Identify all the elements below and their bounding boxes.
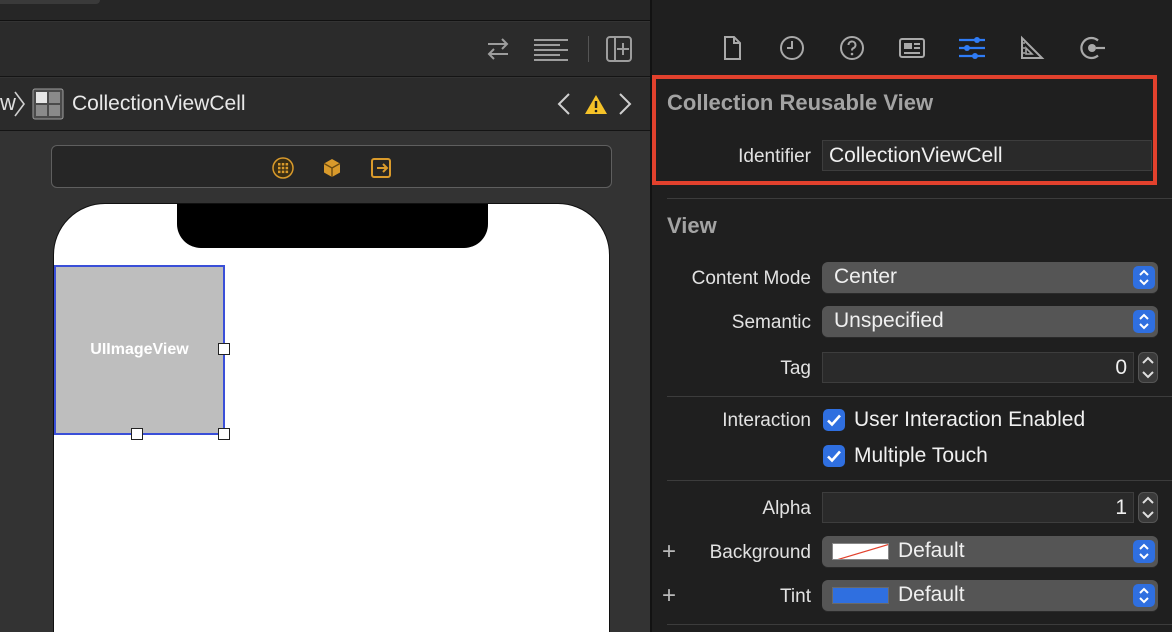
image-view-label: UIImageView xyxy=(90,341,189,358)
tag-stepper[interactable] xyxy=(1138,352,1158,383)
no-color-swatch-icon xyxy=(832,543,889,560)
device-frame: UIImageView xyxy=(53,203,610,632)
background-label: Background xyxy=(709,542,811,563)
tint-swatch-icon xyxy=(832,587,889,604)
sliders-icon[interactable] xyxy=(958,34,986,62)
storyboard-canvas[interactable]: UIImageView xyxy=(0,132,650,632)
tint-color-popup[interactable]: Default xyxy=(822,580,1158,611)
editor-pane: w CollectionViewCell UIImageView xyxy=(0,0,650,632)
exit-icon[interactable] xyxy=(370,157,392,179)
interaction-label: Interaction xyxy=(722,410,811,431)
alpha-stepper[interactable] xyxy=(1138,492,1158,523)
popup-chevrons-icon xyxy=(1133,266,1155,289)
image-view[interactable]: UIImageView xyxy=(54,265,225,435)
editor-tab-bar xyxy=(0,0,650,21)
user-interaction-label[interactable]: User Interaction Enabled xyxy=(854,408,1085,432)
swap-arrows-icon[interactable] xyxy=(484,36,512,62)
user-interaction-checkbox[interactable] xyxy=(823,409,845,431)
adjust-editor-options-icon[interactable] xyxy=(532,36,570,62)
breadcrumb-chevron-icon xyxy=(12,90,26,118)
section-title-reusable-view: Collection Reusable View xyxy=(667,90,934,115)
help-icon[interactable] xyxy=(838,34,866,62)
multiple-touch-checkbox[interactable] xyxy=(823,445,845,467)
scene-dock xyxy=(51,145,612,188)
editor-toolbar xyxy=(0,22,650,77)
jump-bar: w CollectionViewCell xyxy=(0,78,650,131)
collection-cell-icon xyxy=(32,88,64,120)
tint-label: Tint xyxy=(780,586,811,607)
resize-handle-bottom-right[interactable] xyxy=(218,428,230,440)
identifier-field[interactable]: CollectionViewCell xyxy=(822,140,1152,171)
jump-bar-current-item[interactable]: CollectionViewCell xyxy=(72,92,246,116)
id-card-icon[interactable] xyxy=(898,34,926,62)
chevron-left-icon[interactable] xyxy=(556,92,572,116)
alpha-field[interactable]: 1 xyxy=(822,492,1134,523)
identifier-label: Identifier xyxy=(738,146,811,167)
section-title-view: View xyxy=(667,213,717,238)
background-color-popup[interactable]: Default xyxy=(822,536,1158,567)
inspector-tab-bar xyxy=(652,22,1172,77)
content-mode-label: Content Mode xyxy=(691,268,811,289)
add-tint-variation-button[interactable]: + xyxy=(662,582,676,610)
multiple-touch-label[interactable]: Multiple Touch xyxy=(854,444,988,468)
content-mode-popup[interactable]: Center xyxy=(822,262,1158,293)
clock-icon[interactable] xyxy=(778,34,806,62)
ruler-icon[interactable] xyxy=(1018,34,1046,62)
popup-chevrons-icon xyxy=(1133,584,1155,607)
add-background-variation-button[interactable]: + xyxy=(662,538,676,566)
popup-chevrons-icon xyxy=(1133,310,1155,333)
device-notch xyxy=(177,204,488,248)
semantic-label: Semantic xyxy=(731,312,811,333)
alpha-label: Alpha xyxy=(762,498,811,519)
first-responder-cube-icon[interactable] xyxy=(321,157,343,179)
chevron-right-icon[interactable] xyxy=(617,92,633,116)
tag-label: Tag xyxy=(780,358,811,379)
attributes-inspector-pane: Collection Reusable View Identifier Coll… xyxy=(652,0,1172,632)
collection-view-cell-icon[interactable] xyxy=(272,157,294,179)
resize-handle-right[interactable] xyxy=(218,343,230,355)
resize-handle-bottom[interactable] xyxy=(131,428,143,440)
warning-icon[interactable] xyxy=(584,94,608,115)
tag-field[interactable]: 0 xyxy=(822,352,1134,383)
add-editor-icon[interactable] xyxy=(605,36,633,62)
popup-chevrons-icon xyxy=(1133,540,1155,563)
semantic-popup[interactable]: Unspecified xyxy=(822,306,1158,337)
connection-icon[interactable] xyxy=(1078,34,1106,62)
document-icon[interactable] xyxy=(718,34,746,62)
